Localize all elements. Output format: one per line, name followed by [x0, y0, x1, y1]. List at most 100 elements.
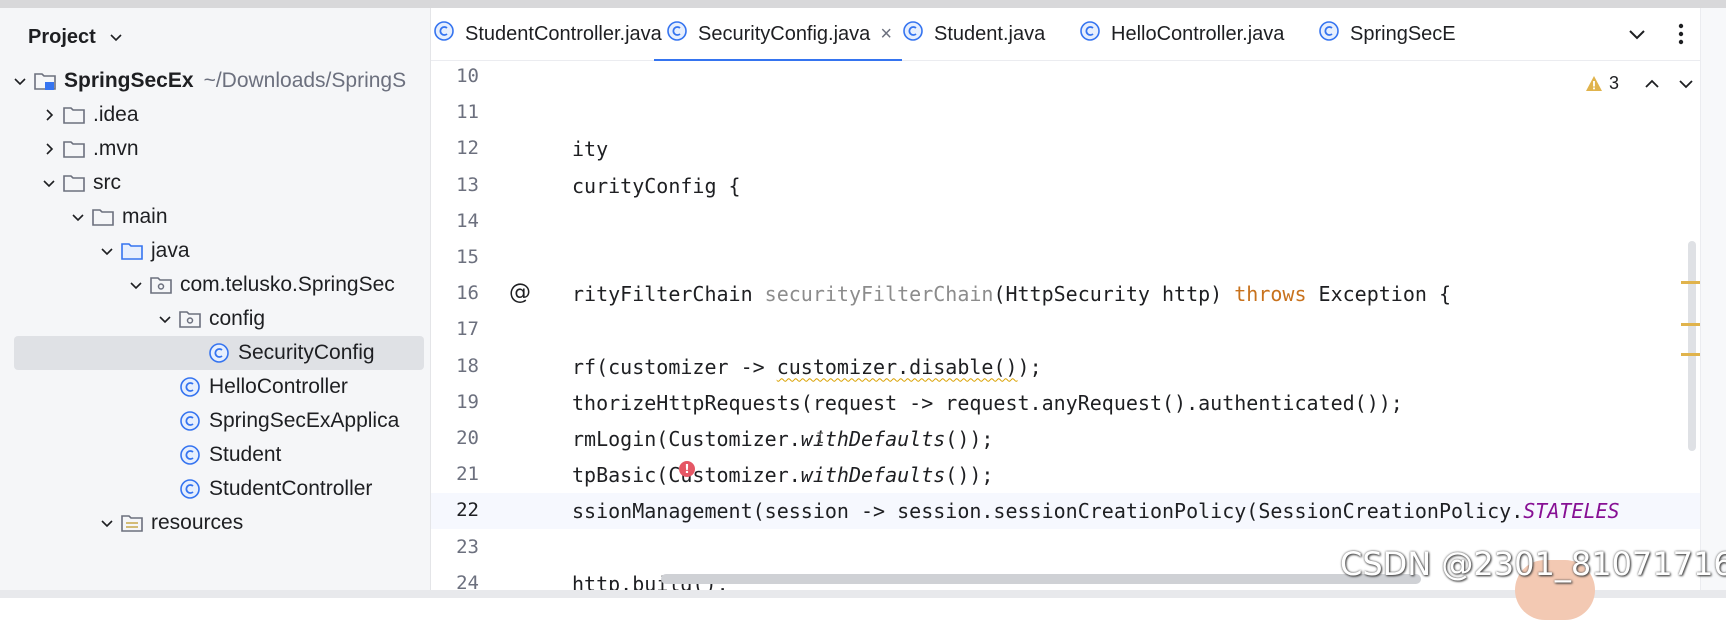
line-number[interactable]: 11: [431, 101, 479, 123]
tree-item-springsecex[interactable]: SpringSecEx ~/Downloads/SpringS: [0, 64, 430, 98]
code-line[interactable]: 12 ity: [431, 131, 1726, 167]
line-number[interactable]: 16: [431, 282, 479, 304]
tab-studentcontroller[interactable]: StudentController.java: [431, 8, 662, 60]
chevron-down-icon[interactable]: [153, 307, 177, 331]
code-text[interactable]: rityFilterChain securityFilterChain(Http…: [572, 282, 1451, 306]
tab-student[interactable]: Student.java: [900, 8, 1045, 60]
code-line[interactable]: 14: [431, 204, 1726, 240]
code-line[interactable]: 18 rf(customizer -> customizer.disable())…: [431, 349, 1726, 385]
code-line[interactable]: 21 tpBasic(Customizer.withDefaults());: [431, 457, 1726, 493]
project-view-header[interactable]: Project: [28, 22, 124, 52]
code-line[interactable]: 22 ssionManagement(session -> session.ses…: [431, 493, 1726, 530]
bean-gutter-icon[interactable]: @: [509, 280, 531, 305]
text-cursor-icon: I: [816, 431, 825, 447]
line-number[interactable]: 19: [431, 391, 479, 413]
chevron-down-icon[interactable]: [37, 171, 61, 195]
code-line[interactable]: 10: [431, 61, 1726, 95]
error-indicator-icon: !: [679, 461, 695, 477]
tree-item-resources[interactable]: resources: [0, 506, 430, 540]
code-text[interactable]: rf(customizer -> customizer.disable());: [572, 355, 1042, 379]
chevron-down-icon[interactable]: [95, 511, 119, 535]
chevron-down-icon[interactable]: [8, 69, 32, 93]
tree-item-studentcontroller[interactable]: StudentController: [0, 472, 430, 506]
tree-item-com-telusko-springsec[interactable]: com.telusko.SpringSec: [0, 268, 430, 302]
tree-item-label: config: [209, 307, 266, 330]
class-icon: [177, 408, 203, 434]
tree-item-path: ~/Downloads/SpringS: [203, 69, 407, 92]
tree-item--mvn[interactable]: .mvn: [0, 132, 430, 166]
tree-item-hellocontroller[interactable]: HelloController: [0, 370, 430, 404]
line-number[interactable]: 14: [431, 210, 479, 232]
class-icon: [664, 18, 690, 50]
horizontal-scrollbar[interactable]: [661, 574, 1421, 584]
tree-item--idea[interactable]: .idea: [0, 98, 430, 132]
tab-securityconfig[interactable]: SecurityConfig.java ×: [654, 8, 902, 62]
chevron-down-icon[interactable]: [66, 205, 90, 229]
tree-item-src[interactable]: src: [0, 166, 430, 200]
code-text[interactable]: rmLogin(Customizer.withDefaults());: [572, 427, 993, 451]
line-number[interactable]: 20: [431, 427, 479, 449]
chevron-down-icon[interactable]: [1675, 73, 1697, 95]
class-icon: [177, 476, 203, 502]
chevron-down-icon[interactable]: [124, 273, 148, 297]
class-icon: [431, 18, 457, 50]
tab-hellocontroller[interactable]: HelloController.java: [1077, 8, 1284, 60]
code-text[interactable]: thorizeHttpRequests(request -> request.a…: [572, 391, 1403, 415]
class-icon: [1077, 18, 1103, 50]
line-number[interactable]: 10: [431, 65, 479, 87]
folder-module-icon: [32, 68, 58, 94]
code-line[interactable]: 11: [431, 95, 1726, 131]
inspection-widget[interactable]: 3: [1585, 73, 1619, 94]
class-icon: [177, 442, 203, 468]
project-title: Project: [28, 25, 96, 48]
line-number[interactable]: 18: [431, 355, 479, 377]
chevron-down-icon[interactable]: [108, 29, 124, 45]
tree-item-label: resources: [151, 511, 244, 534]
code-text[interactable]: tpBasic(Customizer.withDefaults());: [572, 463, 993, 487]
tree-item-label: main: [122, 205, 168, 228]
more-vertical-icon[interactable]: [1671, 20, 1691, 48]
tree-item-config[interactable]: config: [0, 302, 430, 336]
close-icon[interactable]: ×: [880, 23, 892, 46]
line-number[interactable]: 22: [431, 499, 479, 521]
tree-item-main[interactable]: main: [0, 200, 430, 234]
chevron-down-icon[interactable]: [1625, 22, 1649, 46]
code-line[interactable]: 20 rmLogin(Customizer.withDefaults());: [431, 421, 1726, 457]
code-line[interactable]: 19 thorizeHttpRequests(request -> request…: [431, 385, 1726, 421]
chevron-down-icon[interactable]: [95, 239, 119, 263]
line-number[interactable]: 13: [431, 174, 479, 196]
chevron-up-icon[interactable]: [1641, 73, 1663, 95]
bottom-edge: [0, 590, 1726, 598]
tree-item-java[interactable]: java: [0, 234, 430, 268]
code-line[interactable]: 15: [431, 240, 1726, 276]
vertical-scrollbar[interactable]: [1688, 241, 1696, 451]
code-text[interactable]: ity: [572, 137, 608, 161]
line-number[interactable]: 15: [431, 246, 479, 268]
tree-item-springsecexapplica[interactable]: SpringSecExApplica: [0, 404, 430, 438]
code-line[interactable]: 16 @ rityFilterChain securityFilterChain(H…: [431, 276, 1726, 312]
line-number[interactable]: 23: [431, 536, 479, 558]
tree-item-label: SpringSecExApplica: [209, 409, 400, 432]
chevron-right-icon[interactable]: [37, 137, 61, 161]
line-number[interactable]: 12: [431, 137, 479, 159]
tab-springsecex[interactable]: SpringSecE: [1316, 8, 1456, 60]
tree-item-student[interactable]: Student: [0, 438, 430, 472]
tree-item-label: StudentController: [209, 477, 373, 500]
code-editor[interactable]: 10 11 12 ity 13 curityConfig { 14 15 16 @ rityFilt…: [431, 61, 1726, 598]
folder-icon: [61, 102, 87, 128]
chevron-right-icon[interactable]: [37, 103, 61, 127]
line-number[interactable]: 17: [431, 318, 479, 340]
code-text[interactable]: curityConfig {: [572, 174, 741, 198]
warning-icon: [1586, 75, 1602, 91]
code-line[interactable]: 17: [431, 312, 1726, 348]
tree-item-label: HelloController: [209, 375, 348, 398]
code-line[interactable]: 13 curityConfig {: [431, 168, 1726, 204]
class-icon: [900, 18, 926, 50]
resources-folder-icon: [119, 510, 145, 536]
line-number[interactable]: 21: [431, 463, 479, 485]
tree-item-securityconfig[interactable]: SecurityConfig: [14, 336, 424, 370]
tab-label: HelloController.java: [1111, 22, 1285, 45]
code-text[interactable]: ssionManagement(session -> session.sessi…: [572, 499, 1620, 523]
